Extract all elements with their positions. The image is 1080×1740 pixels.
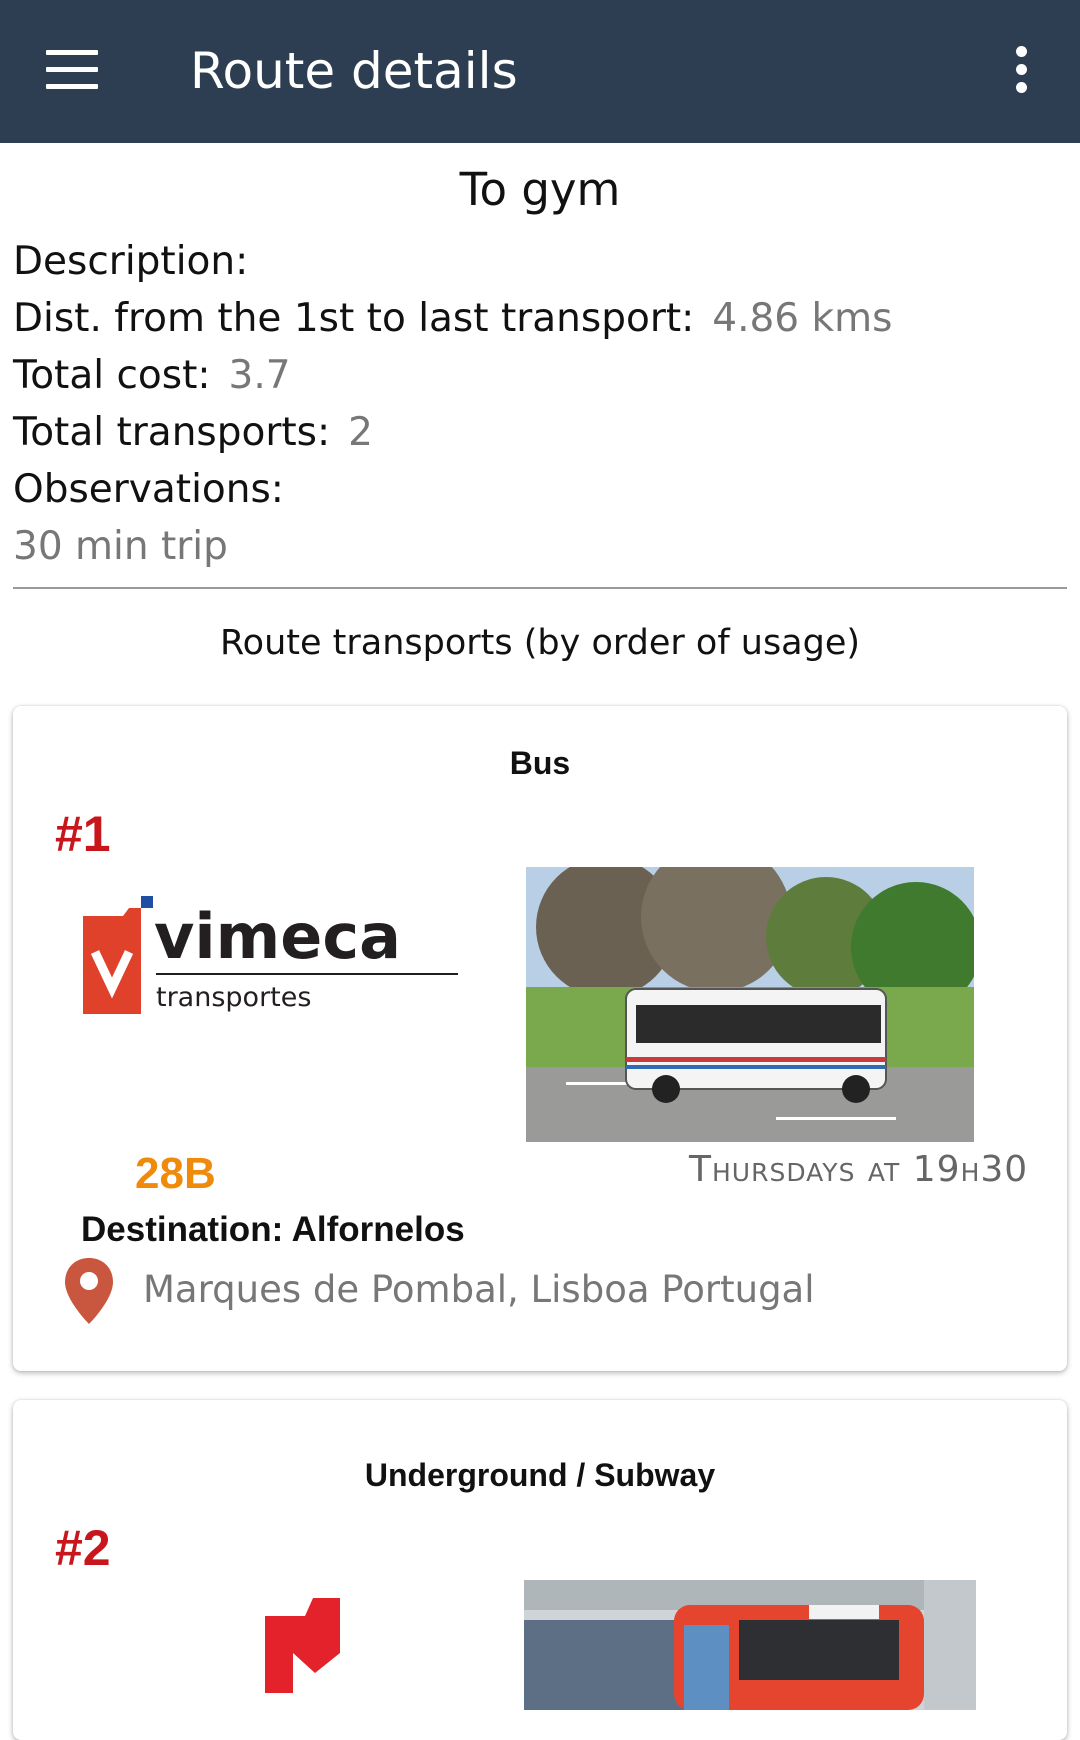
location-pin-icon <box>63 1256 115 1326</box>
app-bar: Route details <box>0 0 1080 143</box>
metro-logo-icon <box>265 1598 340 1693</box>
description-label: Description: <box>13 239 249 284</box>
destination: Destination: Alfornelos <box>81 1210 465 1249</box>
distance-value: 4.86 kms <box>712 296 893 341</box>
observations-value: 30 min trip <box>13 524 228 569</box>
divider <box>13 587 1067 589</box>
operator-logo: vimeca transportes <box>83 896 473 1026</box>
observations-label: Observations: <box>13 467 284 512</box>
distance-label: Dist. from the 1st to last transport: <box>13 296 695 341</box>
distance-row: Dist. from the 1st to last transport: 4.8… <box>13 293 892 345</box>
transport-order: #1 <box>55 806 111 862</box>
description-row: Description: <box>13 236 266 288</box>
operator-logo-subtitle: transportes <box>156 982 311 1013</box>
schedule: Thursdays at 19h30 <box>689 1149 1029 1190</box>
line-number: 28B <box>135 1149 216 1198</box>
route-name: To gym <box>459 163 621 216</box>
transport-type: Bus <box>509 745 571 781</box>
transports-label: Total transports: <box>13 410 331 455</box>
transports-value: 2 <box>348 410 373 455</box>
subway-train-photo <box>524 1580 976 1710</box>
bus-photo <box>526 867 974 1142</box>
transport-card-2[interactable]: Underground / Subway #2 <box>13 1400 1067 1740</box>
transport-card-1[interactable]: Bus #1 vimeca transportes 28B Thursdays … <box>13 706 1067 1371</box>
transport-type: Underground / Subway <box>364 1457 716 1493</box>
cost-label: Total cost: <box>13 353 211 398</box>
page-title: Route details <box>190 42 518 100</box>
operator-logo-name: vimeca <box>154 900 401 973</box>
transports-row: Total transports: 2 <box>13 407 373 459</box>
cost-row: Total cost: 3.7 <box>13 350 291 402</box>
cost-value: 3.7 <box>228 353 291 398</box>
menu-icon[interactable] <box>46 50 98 90</box>
section-title: Route transports (by order of usage) <box>219 623 861 663</box>
more-vert-icon[interactable] <box>1010 46 1034 94</box>
vimeca-logo-icon: vimeca transportes <box>83 896 458 1014</box>
address: Marques de Pombal, Lisboa Portugal <box>143 1268 815 1311</box>
transport-order: #2 <box>55 1520 111 1576</box>
